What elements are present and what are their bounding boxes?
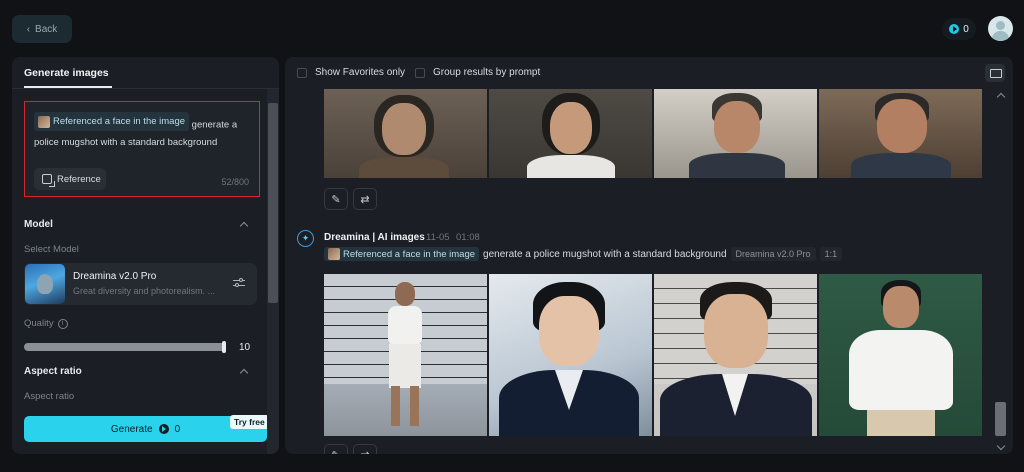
results-panel: Show Favorites only Group results by pro… (285, 57, 1013, 454)
sliders-icon[interactable] (233, 277, 245, 289)
result-date: 11-05 (426, 232, 450, 243)
regenerate-icon[interactable]: ⇄ (353, 444, 377, 454)
chevron-left-icon: ‹ (26, 23, 31, 35)
select-model-label: Select Model (24, 244, 79, 255)
result-time: 01:08 (456, 232, 480, 243)
scrollbar-thumb[interactable] (268, 103, 278, 303)
result-author: Dreamina | AI images (324, 232, 425, 243)
info-icon[interactable]: i (57, 318, 68, 329)
model-description: Great diversity and photorealism. ... (73, 286, 216, 296)
reference-chip[interactable]: Referenced a face in the image (34, 112, 190, 131)
aspect-ratio-title: Aspect ratio (24, 366, 82, 377)
group-label: Group results by prompt (433, 67, 541, 78)
face-thumbnail (38, 115, 50, 128)
result-image[interactable] (654, 274, 817, 436)
reference-chip[interactable]: Referenced a face in the image (324, 247, 480, 261)
top-bar: ‹ Back 0 (0, 0, 1024, 56)
face-thumbnail (328, 248, 340, 260)
aspect-ratio-label: Aspect ratio (24, 391, 75, 402)
tab-generate-images[interactable]: Generate images (24, 67, 109, 79)
try-free-badge: Try free (230, 415, 269, 429)
quality-slider-handle[interactable] (222, 341, 226, 353)
favorites-label: Show Favorites only (315, 67, 406, 78)
result-image[interactable] (489, 89, 652, 178)
model-thumbnail (25, 264, 65, 304)
model-tag: Dreamina v2.0 Pro (730, 247, 816, 261)
credit-coin-icon (158, 424, 169, 434)
back-label: Back (35, 23, 58, 35)
quality-slider[interactable] (24, 343, 226, 351)
result-image[interactable] (654, 89, 817, 178)
generate-label: Generate (110, 423, 153, 435)
scroll-up-icon[interactable] (996, 92, 1006, 102)
favorites-checkbox[interactable] (297, 68, 307, 78)
quality-label-row: Quality i (24, 318, 68, 329)
reference-button[interactable]: Reference (34, 168, 106, 190)
chevron-up-icon[interactable] (239, 368, 249, 378)
reference-image-icon (42, 174, 55, 187)
edit-pencil-icon[interactable]: ✎ (324, 188, 348, 210)
result-prompt: generate a police mugshot with a standar… (483, 248, 727, 260)
result-image[interactable] (819, 89, 982, 178)
reference-button-label: Reference (57, 173, 101, 185)
ratio-tag: 1:1 (819, 247, 843, 261)
result-image[interactable] (489, 274, 652, 436)
prompt-text: Referenced a face in the image generate … (34, 112, 254, 151)
result-image[interactable] (819, 274, 982, 436)
credits-count: 0 (963, 23, 969, 35)
result-prompt-line: Referenced a face in the image generate … (324, 247, 843, 261)
dreamina-logo-icon: ✦ (297, 230, 314, 247)
regenerate-icon[interactable]: ⇄ (353, 188, 377, 210)
back-button[interactable]: ‹ Back (12, 15, 72, 43)
folder-icon[interactable] (985, 64, 1005, 82)
result-image[interactable] (324, 89, 487, 178)
divider (12, 88, 279, 89)
quality-label: Quality (24, 318, 54, 329)
char-count: 52/800 (221, 177, 249, 187)
credits-badge[interactable]: 0 (942, 18, 976, 40)
reference-chip-label: Referenced a face in the image (343, 248, 476, 260)
model-section-title: Model (24, 219, 53, 230)
result-image[interactable] (324, 274, 487, 436)
scroll-down-icon[interactable] (996, 441, 1006, 451)
reference-chip-label: Referenced a face in the image (53, 116, 186, 127)
user-avatar[interactable] (988, 16, 1013, 41)
edit-pencil-icon[interactable]: ✎ (324, 444, 348, 454)
quality-value: 10 (239, 342, 251, 353)
chevron-up-icon[interactable] (239, 221, 249, 231)
prompt-input[interactable]: Referenced a face in the image generate … (24, 101, 260, 197)
group-checkbox[interactable] (415, 68, 425, 78)
model-name: Dreamina v2.0 Pro (73, 271, 157, 282)
generate-panel: Generate images Referenced a face in the… (12, 57, 279, 454)
generate-cost: 0 (174, 423, 181, 435)
credit-coin-icon (949, 24, 960, 34)
model-selector[interactable]: Dreamina v2.0 Pro Great diversity and ph… (24, 263, 257, 305)
scrollbar-thumb[interactable] (995, 402, 1006, 436)
